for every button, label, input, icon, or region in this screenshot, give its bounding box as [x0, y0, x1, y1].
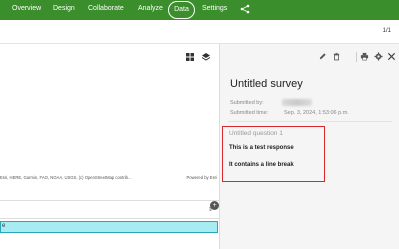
- nav-analyze[interactable]: Analyze: [138, 4, 163, 14]
- share-icon[interactable]: [240, 4, 250, 14]
- submitted-by-value-redacted: [282, 99, 312, 106]
- panel-divider: [228, 121, 392, 122]
- table-header: ⇕: [0, 200, 219, 219]
- submitted-by-label: Submitted by:: [230, 100, 264, 106]
- powered-by-link[interactable]: Powered by Esri: [187, 175, 218, 180]
- top-nav-bar: Overview Design Collaborate Analyze Data…: [0, 0, 399, 20]
- submitted-time-label: Submitted time:: [230, 110, 269, 116]
- edit-icon[interactable]: [318, 52, 327, 61]
- map-attribution: Esri, HERE, Garmin, FAO, NOAA, USGS, (c)…: [0, 175, 219, 180]
- toolbar-divider: [356, 52, 357, 62]
- answer-line-1: This is a test response: [229, 145, 294, 151]
- survey-title: Untitled survey: [230, 78, 303, 90]
- nav-overview[interactable]: Overview: [12, 4, 41, 14]
- question-label: Untitled question 1: [229, 130, 283, 137]
- submitted-time-value: Sep. 3, 2024, 1:53:06 p.m.: [284, 110, 349, 116]
- nav-data-active[interactable]: Data: [168, 1, 195, 19]
- nav-design[interactable]: Design: [53, 4, 75, 14]
- close-icon[interactable]: [387, 52, 396, 61]
- page-count: 1/1: [382, 28, 391, 34]
- grid-icon[interactable]: [185, 52, 195, 62]
- map-view[interactable]: Esri, HERE, Garmin, FAO, NOAA, USGS, (c)…: [0, 45, 219, 197]
- answer-line-2: It contains a line break: [229, 162, 294, 168]
- nav-data-label: Data: [174, 6, 189, 13]
- delete-icon[interactable]: [332, 52, 341, 61]
- print-icon[interactable]: [360, 52, 369, 61]
- table-row-selected[interactable]: e: [0, 221, 218, 233]
- attribution-text: Esri, HERE, Garmin, FAO, NOAA, USGS, (c)…: [0, 175, 132, 180]
- add-column-icon[interactable]: +: [210, 201, 219, 210]
- settings-icon[interactable]: [374, 52, 383, 61]
- nav-settings[interactable]: Settings: [202, 4, 227, 14]
- layers-icon[interactable]: [201, 52, 211, 62]
- nav-collaborate[interactable]: Collaborate: [88, 4, 124, 14]
- panel-toolbar: [220, 44, 399, 70]
- table-body: [0, 234, 219, 249]
- sub-toolbar: 1/1: [0, 20, 399, 44]
- table-cell: e: [2, 223, 6, 229]
